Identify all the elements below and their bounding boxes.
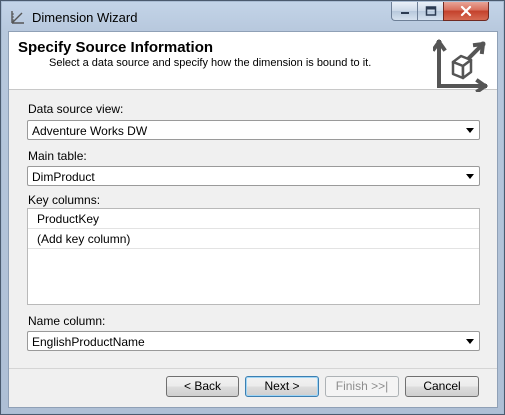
list-item-label: (Add key column) bbox=[37, 232, 131, 246]
list-item-label: ProductKey bbox=[37, 212, 100, 226]
chevron-down-icon[interactable] bbox=[466, 128, 474, 133]
main-table-label: Main table: bbox=[28, 149, 87, 163]
page-description: Select a data source and specify how the… bbox=[49, 57, 372, 69]
main-table-value: DimProduct bbox=[32, 170, 95, 184]
window-title: Dimension Wizard bbox=[32, 10, 138, 25]
ruler-icon bbox=[11, 11, 24, 24]
data-source-view-combo[interactable]: Adventure Works DW bbox=[27, 120, 480, 140]
dimension-cube-icon bbox=[433, 39, 488, 92]
list-item-product-key[interactable]: ProductKey bbox=[28, 209, 479, 229]
name-column-value: EnglishProductName bbox=[32, 335, 145, 349]
close-button[interactable] bbox=[443, 2, 489, 21]
page-title: Specify Source Information bbox=[18, 39, 214, 56]
data-source-view-value: Adventure Works DW bbox=[32, 124, 148, 138]
list-item-add-key-column[interactable]: (Add key column) bbox=[28, 229, 479, 249]
cancel-button[interactable]: Cancel bbox=[405, 376, 479, 397]
data-source-view-label: Data source view: bbox=[28, 102, 124, 116]
finish-button[interactable]: Finish >>| bbox=[325, 376, 399, 397]
chevron-down-icon[interactable] bbox=[466, 339, 474, 344]
title-bar[interactable]: Dimension Wizard bbox=[2, 2, 503, 32]
name-column-label: Name column: bbox=[28, 314, 106, 328]
maximize-button[interactable] bbox=[417, 2, 444, 21]
name-column-combo[interactable]: EnglishProductName bbox=[27, 331, 480, 351]
wizard-client-area: Specify Source Information Select a data… bbox=[8, 31, 498, 408]
next-button[interactable]: Next > bbox=[245, 376, 319, 397]
chevron-down-icon[interactable] bbox=[466, 174, 474, 179]
back-button[interactable]: < Back bbox=[166, 376, 239, 397]
maximize-icon bbox=[425, 6, 436, 16]
footer-divider bbox=[9, 368, 497, 369]
close-icon bbox=[460, 5, 472, 17]
minimize-button[interactable] bbox=[391, 2, 418, 21]
dimension-wizard-window: Dimension Wizard Specify Source Informat… bbox=[0, 0, 505, 415]
key-columns-list[interactable]: ProductKey (Add key column) bbox=[27, 208, 480, 305]
minimize-icon bbox=[400, 12, 409, 14]
main-table-combo[interactable]: DimProduct bbox=[27, 166, 480, 186]
wizard-header: Specify Source Information Select a data… bbox=[9, 32, 497, 92]
key-columns-label: Key columns: bbox=[28, 193, 101, 207]
